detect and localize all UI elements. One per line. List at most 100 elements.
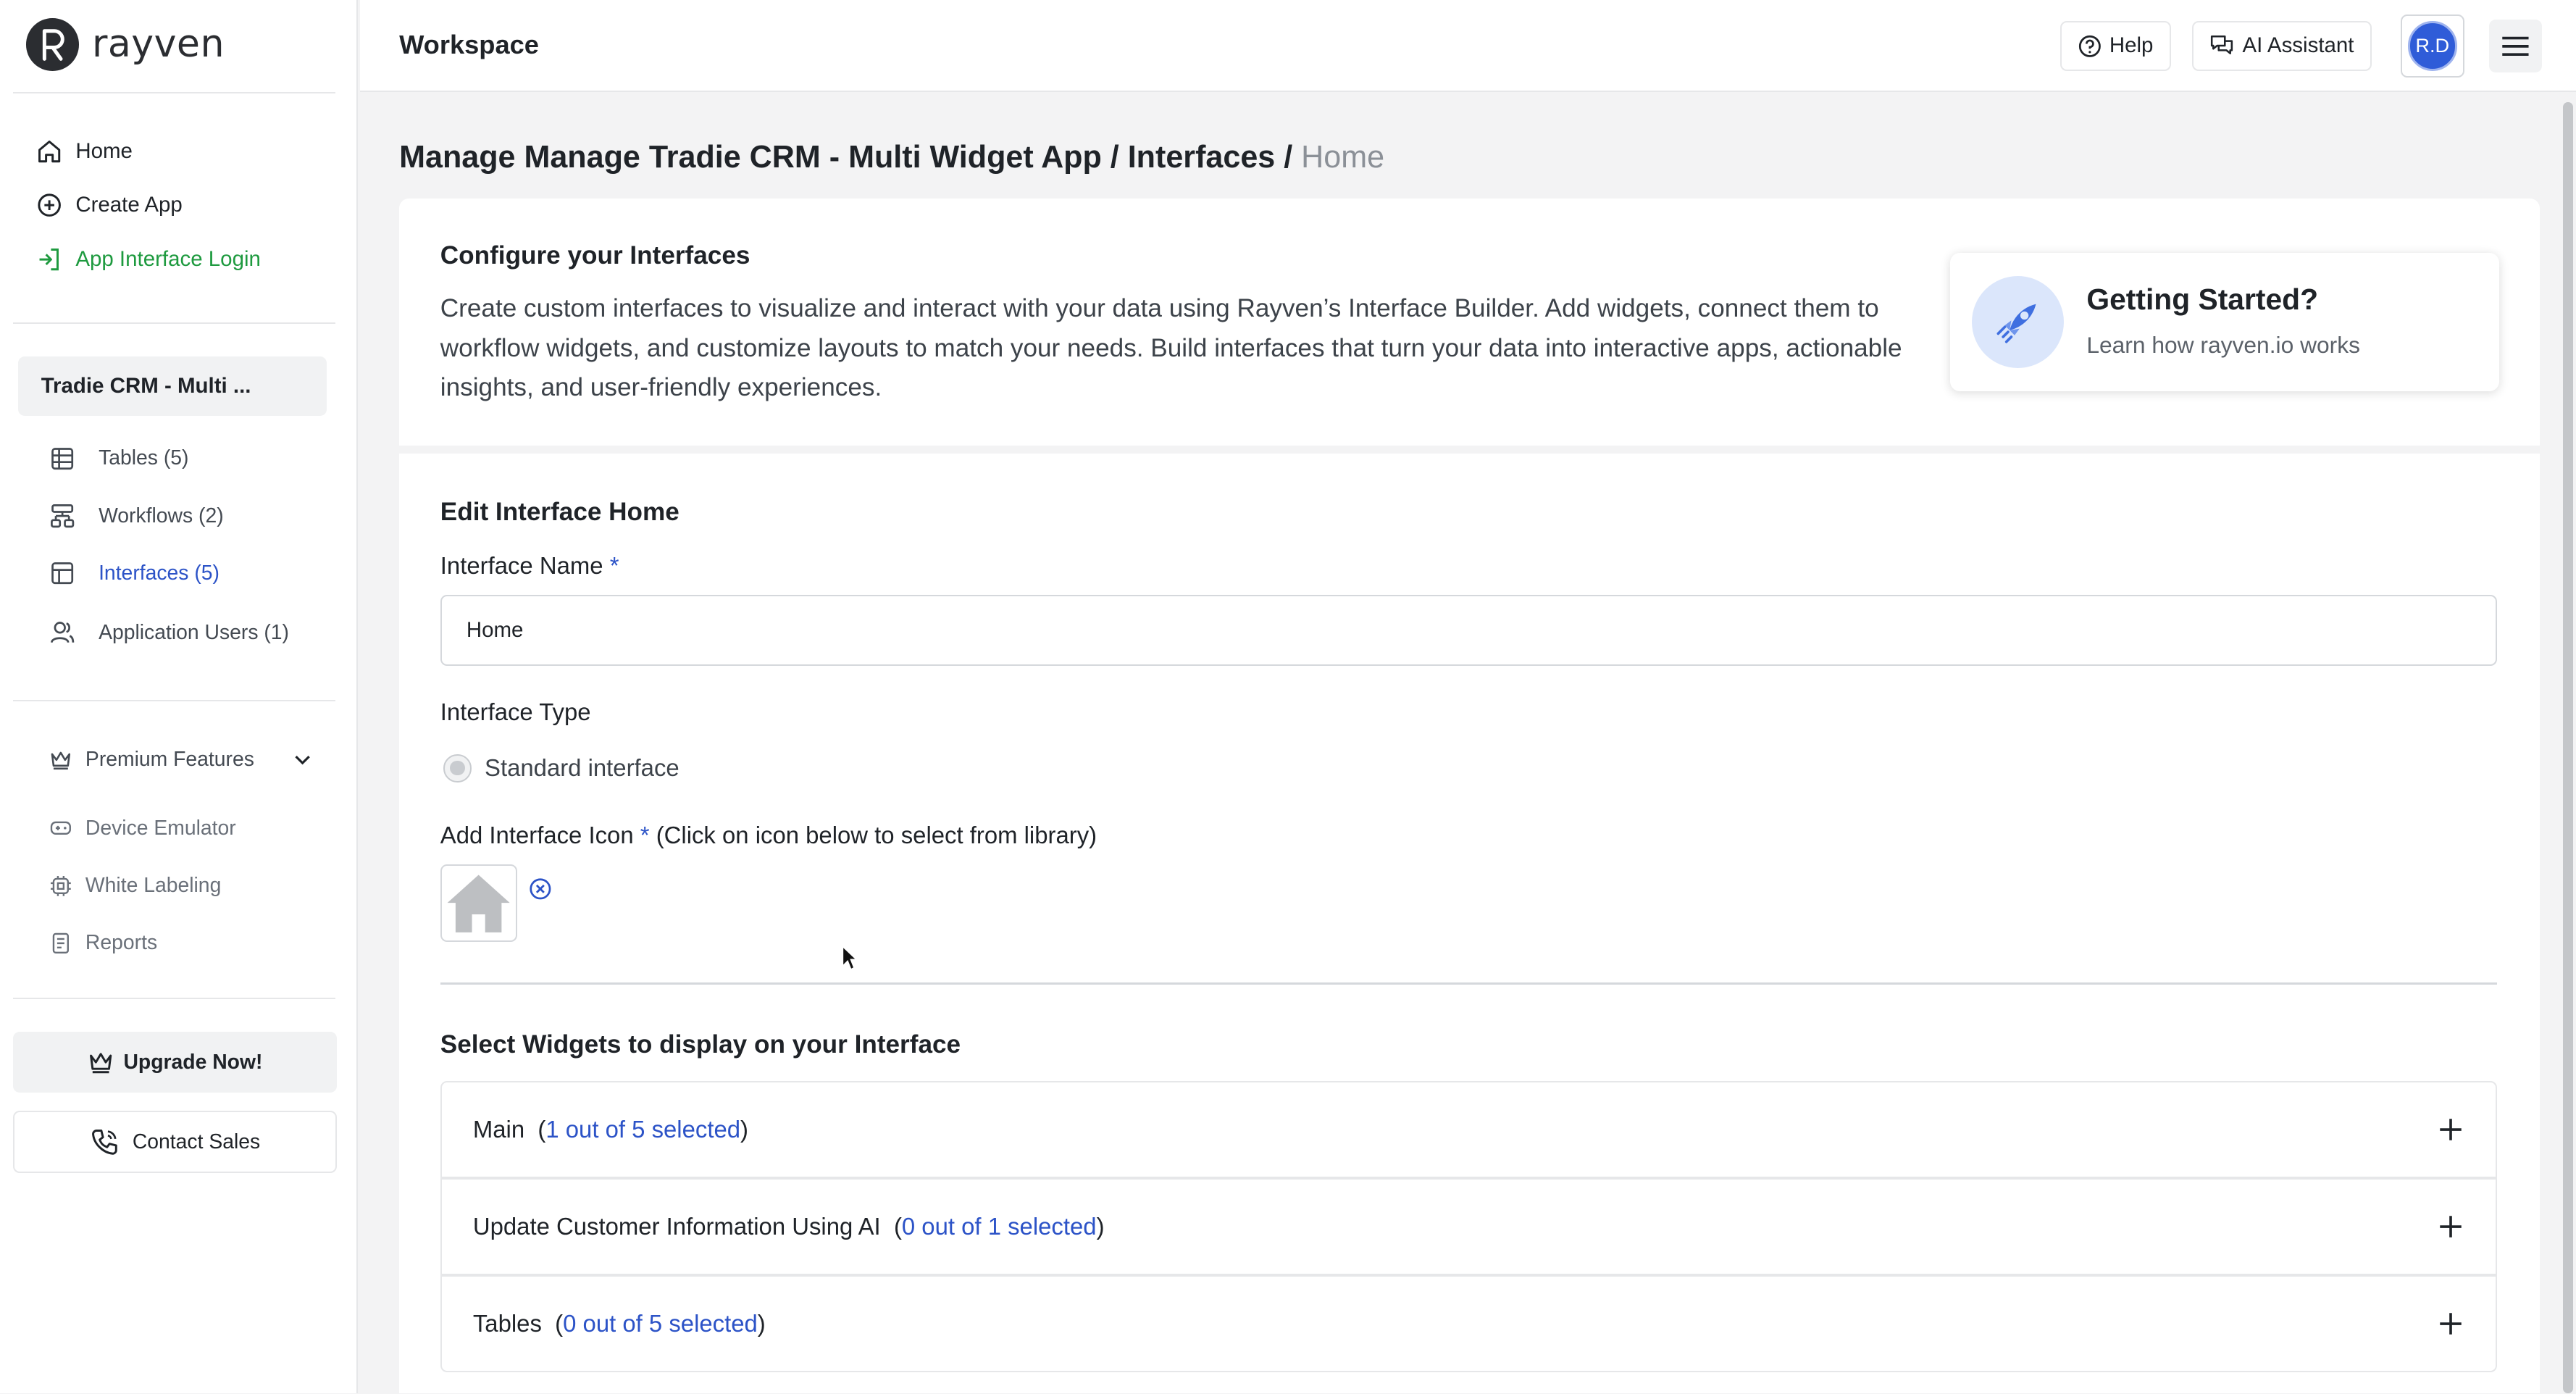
sidebar-item-application-users[interactable]: Application Users (1): [49, 616, 289, 648]
plus-icon[interactable]: [2438, 1214, 2463, 1239]
widget-group-selected-count: 0 out of 5 selected: [563, 1309, 758, 1337]
sidebar-item-interfaces-label: Interfaces (5): [99, 562, 219, 585]
interface-icon: [51, 562, 74, 585]
interface-icon-picker[interactable]: [440, 864, 518, 942]
standard-interface-radio[interactable]: Standard interface: [443, 754, 679, 782]
nav-app-interface-login[interactable]: App Interface Login: [36, 243, 261, 276]
intro-title: Configure your Interfaces: [440, 241, 750, 270]
help-button[interactable]: Help: [2060, 21, 2172, 71]
rayven-logo-icon: [26, 17, 79, 71]
plus-icon[interactable]: [2438, 1311, 2463, 1336]
sidebar-item-application-users-label: Application Users (1): [99, 620, 289, 644]
current-app-selector[interactable]: Tradie CRM - Multi ...: [17, 356, 327, 416]
sidebar-item-tables-label: Tables (5): [99, 446, 189, 470]
breadcrumb-path[interactable]: Manage Manage Tradie CRM - Multi Widget …: [399, 140, 1301, 175]
interface-type-label: Interface Type: [440, 698, 591, 725]
plus-icon[interactable]: [2438, 1117, 2463, 1142]
nav-home-label: Home: [75, 138, 133, 163]
getting-started-subtitle: Learn how rayven.io works: [2086, 332, 2360, 359]
premium-features-label: Premium Features: [85, 747, 254, 771]
nav-home[interactable]: Home: [36, 135, 133, 167]
nav-create-app-label: Create App: [75, 193, 183, 217]
chip-icon: [51, 875, 71, 896]
workspace-title: Workspace: [399, 29, 539, 59]
reports-label: Reports: [85, 931, 158, 955]
device-emulator-label: Device Emulator: [85, 816, 236, 840]
interface-name-label: Interface Name *: [440, 552, 619, 580]
required-mark: *: [609, 552, 619, 580]
contact-sales-label: Contact Sales: [132, 1130, 261, 1153]
intro-card: Configure your Interfaces Create custom …: [399, 199, 2541, 446]
home-icon: [38, 140, 61, 162]
hamburger-menu-button[interactable]: [2489, 20, 2542, 72]
top-bar: Workspace Help AI Assistant R.D: [359, 0, 2576, 92]
workflow-icon: [51, 504, 75, 528]
plus-circle-icon: [38, 193, 61, 217]
users-icon: [51, 622, 75, 643]
interface-icon-label: Add Interface Icon * (Click on icon belo…: [440, 822, 1097, 849]
select-widgets-title: Select Widgets to display on your Interf…: [440, 1030, 961, 1059]
edit-interface-title: Edit Interface Home: [440, 498, 679, 527]
breadcrumb-current: Home: [1301, 139, 1385, 175]
ai-assistant-label: AI Assistant: [2242, 33, 2354, 58]
crown-icon: [89, 1053, 112, 1074]
brand-logo[interactable]: rayven: [26, 17, 225, 71]
interface-icon-hint: (Click on icon below to select from libr…: [649, 821, 1097, 848]
getting-started-card[interactable]: Getting Started? Learn how rayven.io wor…: [1950, 253, 2499, 391]
widget-group-name: Update Customer Information Using AI: [472, 1213, 881, 1240]
interface-icon-label-text: Add Interface Icon: [440, 821, 634, 848]
sidebar-item-workflows[interactable]: Workflows (2): [49, 499, 224, 532]
getting-started-title: Getting Started?: [2086, 283, 2319, 317]
divider: [13, 92, 335, 94]
table-icon: [51, 447, 74, 469]
divider: [13, 997, 335, 999]
widget-group-selected-count: 1 out of 5 selected: [545, 1116, 741, 1143]
widget-group-name: Main: [472, 1116, 525, 1143]
menu-icon: [2502, 36, 2529, 56]
help-icon: [2078, 35, 2101, 57]
interface-name-input[interactable]: Home: [440, 595, 2498, 666]
remove-icon[interactable]: [529, 877, 552, 901]
phone-icon: [91, 1129, 117, 1155]
divider: [13, 322, 335, 324]
gamepad-icon: [50, 821, 71, 835]
sidebar-item-device-emulator[interactable]: Device Emulator: [49, 811, 236, 844]
nav-create-app[interactable]: Create App: [36, 189, 183, 222]
widget-group-main[interactable]: Main (1 out of 5 selected): [440, 1081, 2498, 1179]
avatar: R.D: [2407, 21, 2457, 71]
house-icon: [448, 875, 511, 933]
widget-group-tables[interactable]: Tables (0 out of 5 selected): [440, 1274, 2498, 1372]
widget-group-selected-count: 0 out of 1 selected: [901, 1213, 1097, 1240]
widget-group-update-customer-ai[interactable]: Update Customer Information Using AI (0 …: [440, 1178, 2498, 1275]
crown-icon: [51, 751, 71, 769]
intro-description: Create custom interfaces to visualize an…: [440, 294, 1902, 402]
edit-interface-card: Edit Interface Home Interface Name * Hom…: [399, 453, 2541, 1394]
help-label: Help: [2109, 33, 2154, 58]
sidebar-item-workflows-label: Workflows (2): [99, 504, 224, 527]
upgrade-now-label: Upgrade Now!: [123, 1050, 263, 1074]
upgrade-now-button[interactable]: Upgrade Now!: [13, 1032, 337, 1093]
user-avatar-button[interactable]: R.D: [2400, 14, 2464, 78]
sidebar-item-white-labeling[interactable]: White Labeling: [49, 869, 221, 902]
premium-features-toggle[interactable]: Premium Features: [49, 748, 312, 772]
login-icon: [39, 249, 59, 271]
report-icon: [52, 932, 70, 953]
white-labeling-label: White Labeling: [85, 873, 222, 897]
divider: [440, 982, 2498, 985]
sidebar-item-tables[interactable]: Tables (5): [49, 442, 188, 475]
chevron-down-icon: [295, 755, 310, 765]
rocket-icon: [1971, 276, 2064, 369]
mouse-cursor-icon: [842, 945, 858, 971]
ai-assistant-button[interactable]: AI Assistant: [2191, 21, 2372, 71]
brand-name: rayven: [91, 22, 225, 67]
contact-sales-button[interactable]: Contact Sales: [13, 1111, 337, 1174]
required-mark: *: [640, 821, 650, 848]
sidebar: rayven Home Create App App Interface Log…: [0, 0, 359, 1394]
standard-interface-label: Standard interface: [485, 754, 679, 782]
scrollbar-thumb[interactable]: [2563, 101, 2573, 1394]
sidebar-item-reports[interactable]: Reports: [49, 927, 157, 959]
sidebar-item-interfaces[interactable]: Interfaces (5): [49, 557, 219, 590]
nav-app-interface-login-label: App Interface Login: [75, 247, 261, 272]
widget-group-name: Tables: [472, 1309, 542, 1337]
radio-button[interactable]: [443, 754, 472, 782]
